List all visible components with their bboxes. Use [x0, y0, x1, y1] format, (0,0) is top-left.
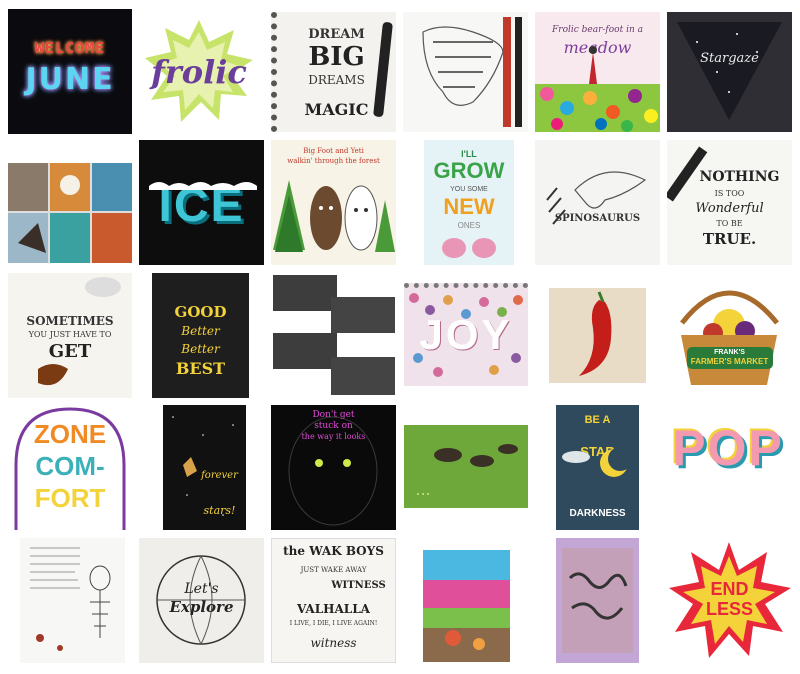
forever-text: forever	[201, 470, 238, 481]
comfort-text-1: ZONE	[33, 419, 107, 449]
gallery-image-skeleton-page[interactable]	[20, 538, 125, 663]
gallery-image-dont-get-stuck[interactable]: Don't get stuck on the way it looks	[271, 405, 396, 530]
explore-text-1: Let's	[184, 581, 219, 597]
face-text-2: stuck on	[314, 421, 353, 431]
card-stack	[273, 275, 395, 395]
gallery-image-frolic[interactable]: frolic	[139, 12, 259, 132]
gallery-image-nothing-too-wonderful[interactable]: NOTHING IS TOO Wonderful TO BE TRUE.	[667, 140, 792, 265]
gallery-image-photo-collage[interactable]	[8, 163, 132, 263]
better-text-1: Better	[181, 324, 220, 338]
snow-caps	[149, 182, 257, 190]
gallery-image-geese-lawn[interactable]: ...	[404, 425, 528, 508]
nothing-text-5: TRUE.	[702, 230, 757, 248]
gallery-image-comfort-zone[interactable]: ZONE COM- FORT	[8, 405, 132, 530]
gallery-image-welcome-june[interactable]: WELCOME JUNE	[8, 9, 132, 134]
endless-text-2: LESS	[705, 599, 753, 619]
gallery-image-sometimes[interactable]: SOMETIMES YOU JUST HAVE TO GET	[8, 273, 132, 398]
geese-shapes: ...	[416, 444, 518, 499]
wak-text-1: the WAK BOYS	[283, 544, 384, 558]
gallery-image-stargaze[interactable]: Stargaze	[667, 12, 792, 132]
comfort-text-2: COM-	[35, 451, 105, 481]
gallery-image-chili-pepper[interactable]	[549, 288, 646, 383]
frolic-text: frolic	[151, 53, 247, 91]
chili-pepper-shape	[579, 291, 612, 376]
basket-shape	[680, 290, 779, 385]
pop-text: POP	[672, 420, 784, 476]
gallery-image-hand-lettering[interactable]	[403, 12, 528, 132]
nothing-text-1: NOTHING	[699, 169, 780, 185]
coffee-pour	[38, 277, 121, 386]
gallery-image-be-a-star[interactable]: BE A STAR DARKNESS	[556, 405, 639, 530]
best-text: BEST	[175, 359, 226, 378]
lungs-shape	[442, 238, 496, 258]
gallery-image-spinosaurus[interactable]: SPINOSAURUS	[535, 140, 660, 265]
svg-text:...: ...	[416, 480, 431, 499]
comfort-text-3: FORT	[34, 483, 106, 513]
gallery-image-good-better-best[interactable]: GOOD Better Better BEST	[152, 273, 249, 398]
wire-sculpture	[562, 548, 633, 653]
stargaze-text: Stargaze	[700, 51, 759, 66]
gallery-image-wire-word[interactable]	[556, 538, 639, 663]
gallery-image-bigfoot-yeti[interactable]: Big Foot and Yeti walkin' through the fo…	[271, 140, 396, 265]
collage-photos	[8, 163, 132, 263]
gallery-image-forever-stars[interactable]: forever stars!	[163, 405, 246, 530]
gallery-image-grow[interactable]: I'LL GROW YOU SOME NEW ONES	[424, 140, 514, 265]
gallery-image-farmers-market[interactable]: FRANK'S FARMER'S MARKET	[667, 273, 792, 398]
dark-text-3: DARKNESS	[569, 508, 626, 519]
gallery-image-ice[interactable]: ICE	[139, 140, 264, 265]
lettering-sketch	[422, 17, 522, 127]
dino-text: SPINOSAURUS	[554, 213, 641, 224]
joy-text: JOY	[419, 311, 513, 358]
welcome-text: WELCOME	[34, 39, 106, 57]
gallery-image-meadow[interactable]: Frolic bear-foot in a meadow	[535, 12, 660, 132]
wak-text-3: VALHALLA	[297, 602, 370, 616]
good-text: GOOD	[174, 303, 227, 321]
face-text-1: Don't get	[312, 410, 355, 420]
bigfoot-figures	[273, 180, 395, 252]
better-text-2: Better	[181, 342, 220, 356]
market-text-2: FARMER'S MARKET	[690, 357, 769, 366]
market-text-1: FRANK'S	[714, 349, 745, 356]
dream-text-1: DREAM	[308, 27, 365, 42]
nothing-text-2: IS TOO	[714, 189, 745, 198]
gallery-image-wak-boys[interactable]: the WAK BOYS JUST WAKE AWAY WITNESS VALH…	[271, 538, 396, 663]
wak-text-4: witness	[310, 636, 357, 650]
gallery-image-endless[interactable]: END LESS	[667, 538, 792, 663]
nothing-text-4: TO BE	[716, 219, 743, 228]
gallery-image-joy[interactable]: JOY	[404, 283, 528, 386]
gallery-image-hidden-beauty[interactable]	[423, 550, 510, 662]
wak-text-2: WITNESS	[331, 580, 386, 591]
meadow-flowers	[535, 46, 660, 132]
explore-text-2: Explore	[169, 598, 234, 616]
endless-text-1: END	[710, 579, 749, 599]
wak-text-5: JUST WAKE AWAY	[300, 566, 367, 574]
dino-sketch	[546, 171, 647, 225]
face-text-3: the way it looks	[301, 432, 366, 441]
nothing-text-3: Wonderful	[695, 201, 764, 216]
gallery-image-futures-cards[interactable]	[271, 273, 396, 398]
june-text: JUNE	[25, 62, 115, 97]
gallery-image-lets-explore[interactable]: Let's Explore	[139, 538, 264, 663]
beauty-collage	[423, 550, 510, 662]
stargaze-triangle	[677, 22, 782, 120]
wak-text-6: I LIVE, I DIE, I LIVE AGAIN!	[289, 620, 378, 627]
skeleton-doc	[30, 547, 111, 651]
gallery-image-dream-big[interactable]: DREAM BIG DREAMS MAGIC	[271, 12, 396, 132]
stars-text: stars!	[203, 504, 236, 517]
gallery-image-pop[interactable]: POP	[663, 417, 793, 482]
